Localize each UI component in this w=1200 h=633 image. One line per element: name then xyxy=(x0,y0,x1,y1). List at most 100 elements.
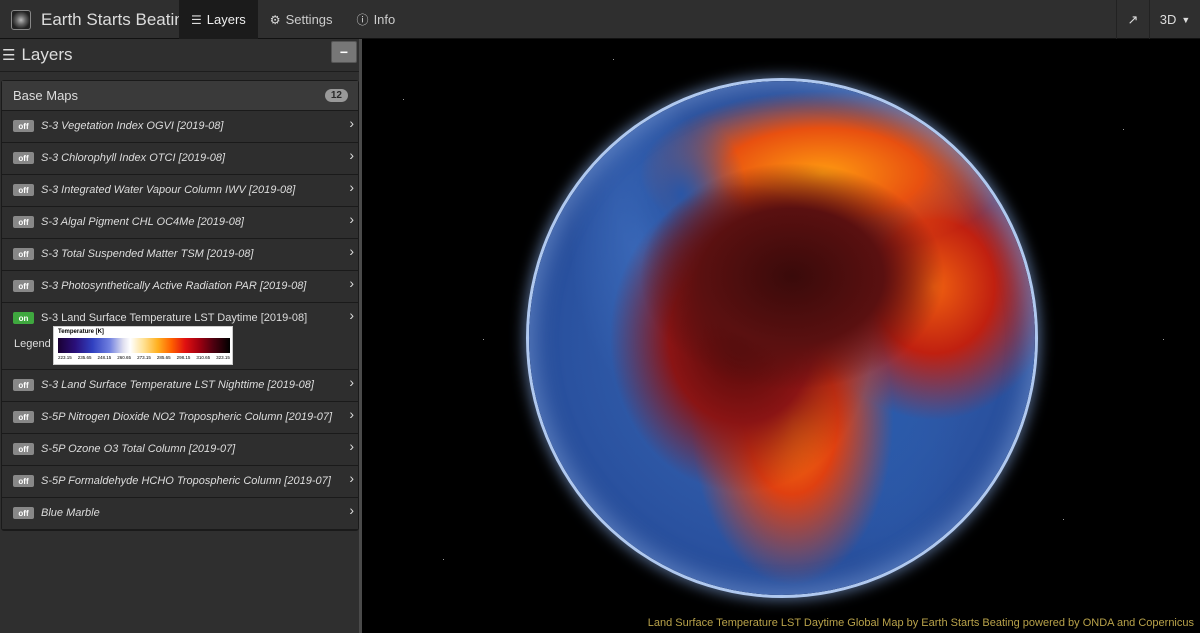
legend-tick: 235.65 xyxy=(77,355,92,360)
group-header[interactable]: Base Maps 12 xyxy=(2,81,358,111)
layer-toggle[interactable]: off xyxy=(13,248,34,260)
tab-info-label: Info xyxy=(373,12,396,27)
temperature-legend: Temperature [K] 223.15 235.65 248.15 260… xyxy=(53,326,233,365)
layer-item[interactable]: off S-5P Nitrogen Dioxide NO2 Tropospher… xyxy=(2,402,358,434)
layer-item-active[interactable]: on S-3 Land Surface Temperature LST Dayt… xyxy=(2,303,358,370)
nav-right: ↗ 3D ▼ xyxy=(1116,0,1200,39)
star xyxy=(1063,519,1064,520)
layer-toggle[interactable]: on xyxy=(13,312,34,324)
layer-item[interactable]: off S-5P Formaldehyde HCHO Tropospheric … xyxy=(2,466,358,498)
tab-layers-label: Layers xyxy=(206,12,246,27)
app-title: Earth Starts Beating xyxy=(41,9,194,29)
globe-viewer[interactable]: Land Surface Temperature LST Daytime Glo… xyxy=(363,39,1200,633)
legend-tick: 260.65 xyxy=(117,355,132,360)
chevron-right-icon[interactable]: › xyxy=(349,406,354,422)
star xyxy=(403,99,404,100)
star xyxy=(1163,339,1164,340)
layer-count-badge: 12 xyxy=(324,89,348,102)
star xyxy=(443,559,444,560)
legend-title: Temperature [K] xyxy=(58,329,104,335)
chevron-right-icon[interactable]: › xyxy=(349,438,354,454)
star xyxy=(1123,129,1124,130)
share-icon: ↗ xyxy=(1127,11,1139,27)
info-icon: ⓘ xyxy=(356,13,369,27)
layer-label: S-3 Total Suspended Matter TSM [2019-08] xyxy=(41,248,254,260)
layer-toggle[interactable]: off xyxy=(13,443,34,455)
layer-item[interactable]: off S-3 Algal Pigment CHL OC4Me [2019-08… xyxy=(2,207,358,239)
tab-layers[interactable]: ☰ Layers xyxy=(179,0,258,39)
earth-globe[interactable] xyxy=(529,81,1035,595)
chevron-right-icon[interactable]: › xyxy=(349,275,354,291)
layer-item[interactable]: off Blue Marble › xyxy=(2,498,358,530)
layer-label: S-3 Algal Pigment CHL OC4Me [2019-08] xyxy=(41,216,244,228)
layer-item[interactable]: off S-3 Integrated Water Vapour Column I… xyxy=(2,175,358,207)
app-logo-icon xyxy=(11,9,31,30)
layer-item[interactable]: off S-3 Chlorophyll Index OTCI [2019-08]… xyxy=(2,143,358,175)
layer-label: S-5P Ozone O3 Total Column [2019-07] xyxy=(41,443,236,455)
star xyxy=(483,339,484,340)
gear-icon: ⚙ xyxy=(269,12,281,27)
chevron-right-icon[interactable]: › xyxy=(349,211,354,227)
layer-toggle[interactable]: off xyxy=(13,120,34,132)
layer-toggle[interactable]: off xyxy=(13,216,34,228)
caret-down-icon: ▼ xyxy=(1181,14,1191,25)
top-navbar: Earth Starts Beating ☰ Layers ⚙ Settings… xyxy=(0,0,1200,39)
view-mode-label: 3D xyxy=(1159,12,1177,27)
layer-item[interactable]: off S-5P Ozone O3 Total Column [2019-07]… xyxy=(2,434,358,466)
layer-toggle[interactable]: off xyxy=(13,475,34,487)
chevron-right-icon[interactable]: › xyxy=(349,147,354,163)
layer-label: S-3 Integrated Water Vapour Column IWV [… xyxy=(41,184,296,196)
chevron-right-icon[interactable]: › xyxy=(349,307,354,323)
chevron-right-icon[interactable]: › xyxy=(349,243,354,259)
layer-toggle[interactable]: off xyxy=(13,152,34,164)
tab-info[interactable]: ⓘ Info xyxy=(345,0,408,39)
layer-label: Blue Marble xyxy=(41,507,100,519)
legend-tick: 323.15 xyxy=(216,355,230,360)
layer-toggle[interactable]: off xyxy=(13,379,34,391)
layer-label: S-3 Vegetation Index OGVI [2019-08] xyxy=(41,120,224,132)
group-title: Base Maps xyxy=(13,88,79,103)
layer-toggle[interactable]: off xyxy=(13,280,34,292)
legend-tick: 223.15 xyxy=(58,355,72,360)
brand[interactable]: Earth Starts Beating xyxy=(0,0,193,39)
layer-toggle[interactable]: off xyxy=(13,184,34,196)
legend-tick: 248.15 xyxy=(97,355,112,360)
layer-item[interactable]: off S-3 Land Surface Temperature LST Nig… xyxy=(2,370,358,402)
chevron-right-icon[interactable]: › xyxy=(349,470,354,486)
tab-settings-label: Settings xyxy=(285,12,333,27)
layer-label: S-3 Land Surface Temperature LST Nightti… xyxy=(41,379,314,391)
legend-tick: 273.15 xyxy=(137,355,151,360)
chevron-right-icon[interactable]: › xyxy=(349,502,354,518)
sidebar-title: Layers xyxy=(21,45,73,64)
legend-label: Legend xyxy=(14,338,51,350)
legend-color-bar xyxy=(58,338,230,353)
layer-toggle[interactable]: off xyxy=(13,411,34,423)
layer-item[interactable]: off S-3 Total Suspended Matter TSM [2019… xyxy=(2,239,358,271)
chevron-right-icon[interactable]: › xyxy=(349,179,354,195)
share-button[interactable]: ↗ xyxy=(1116,0,1149,39)
layer-label: S-3 Land Surface Temperature LST Daytime… xyxy=(41,312,308,324)
layer-label: S-5P Nitrogen Dioxide NO2 Tropospheric C… xyxy=(41,411,333,423)
sidebar-header: ☰ Layers − xyxy=(0,39,359,72)
star xyxy=(613,59,614,60)
layer-toggle[interactable]: off xyxy=(13,507,34,519)
legend-tick: 285.65 xyxy=(156,355,171,360)
base-maps-group: Base Maps 12 off S-3 Vegetation Index OG… xyxy=(1,80,359,531)
nav-tabs: ☰ Layers ⚙ Settings ⓘ Info xyxy=(179,0,407,39)
layer-label: S-3 Photosynthetically Active Radiation … xyxy=(41,280,307,292)
layer-label: S-5P Formaldehyde HCHO Tropospheric Colu… xyxy=(41,475,331,487)
list-icon: ☰ xyxy=(2,47,16,64)
map-credit: Land Surface Temperature LST Daytime Glo… xyxy=(647,617,1194,629)
view-mode-dropdown[interactable]: 3D ▼ xyxy=(1149,0,1200,39)
layer-label: S-3 Chlorophyll Index OTCI [2019-08] xyxy=(41,152,226,164)
legend-ticks: 223.15 235.65 248.15 260.65 273.15 285.6… xyxy=(58,355,230,360)
tab-settings[interactable]: ⚙ Settings xyxy=(258,0,345,39)
layer-item[interactable]: off S-3 Vegetation Index OGVI [2019-08] … xyxy=(2,111,358,143)
chevron-right-icon[interactable]: › xyxy=(349,374,354,390)
legend-tick: 310.65 xyxy=(196,355,211,360)
chevron-right-icon[interactable]: › xyxy=(349,115,354,131)
collapse-button[interactable]: − xyxy=(331,41,357,63)
legend-tick: 298.15 xyxy=(176,355,191,360)
layer-item[interactable]: off S-3 Photosynthetically Active Radiat… xyxy=(2,271,358,303)
layers-sidebar: ☰ Layers − Base Maps 12 off S-3 Vegetati… xyxy=(0,39,362,633)
